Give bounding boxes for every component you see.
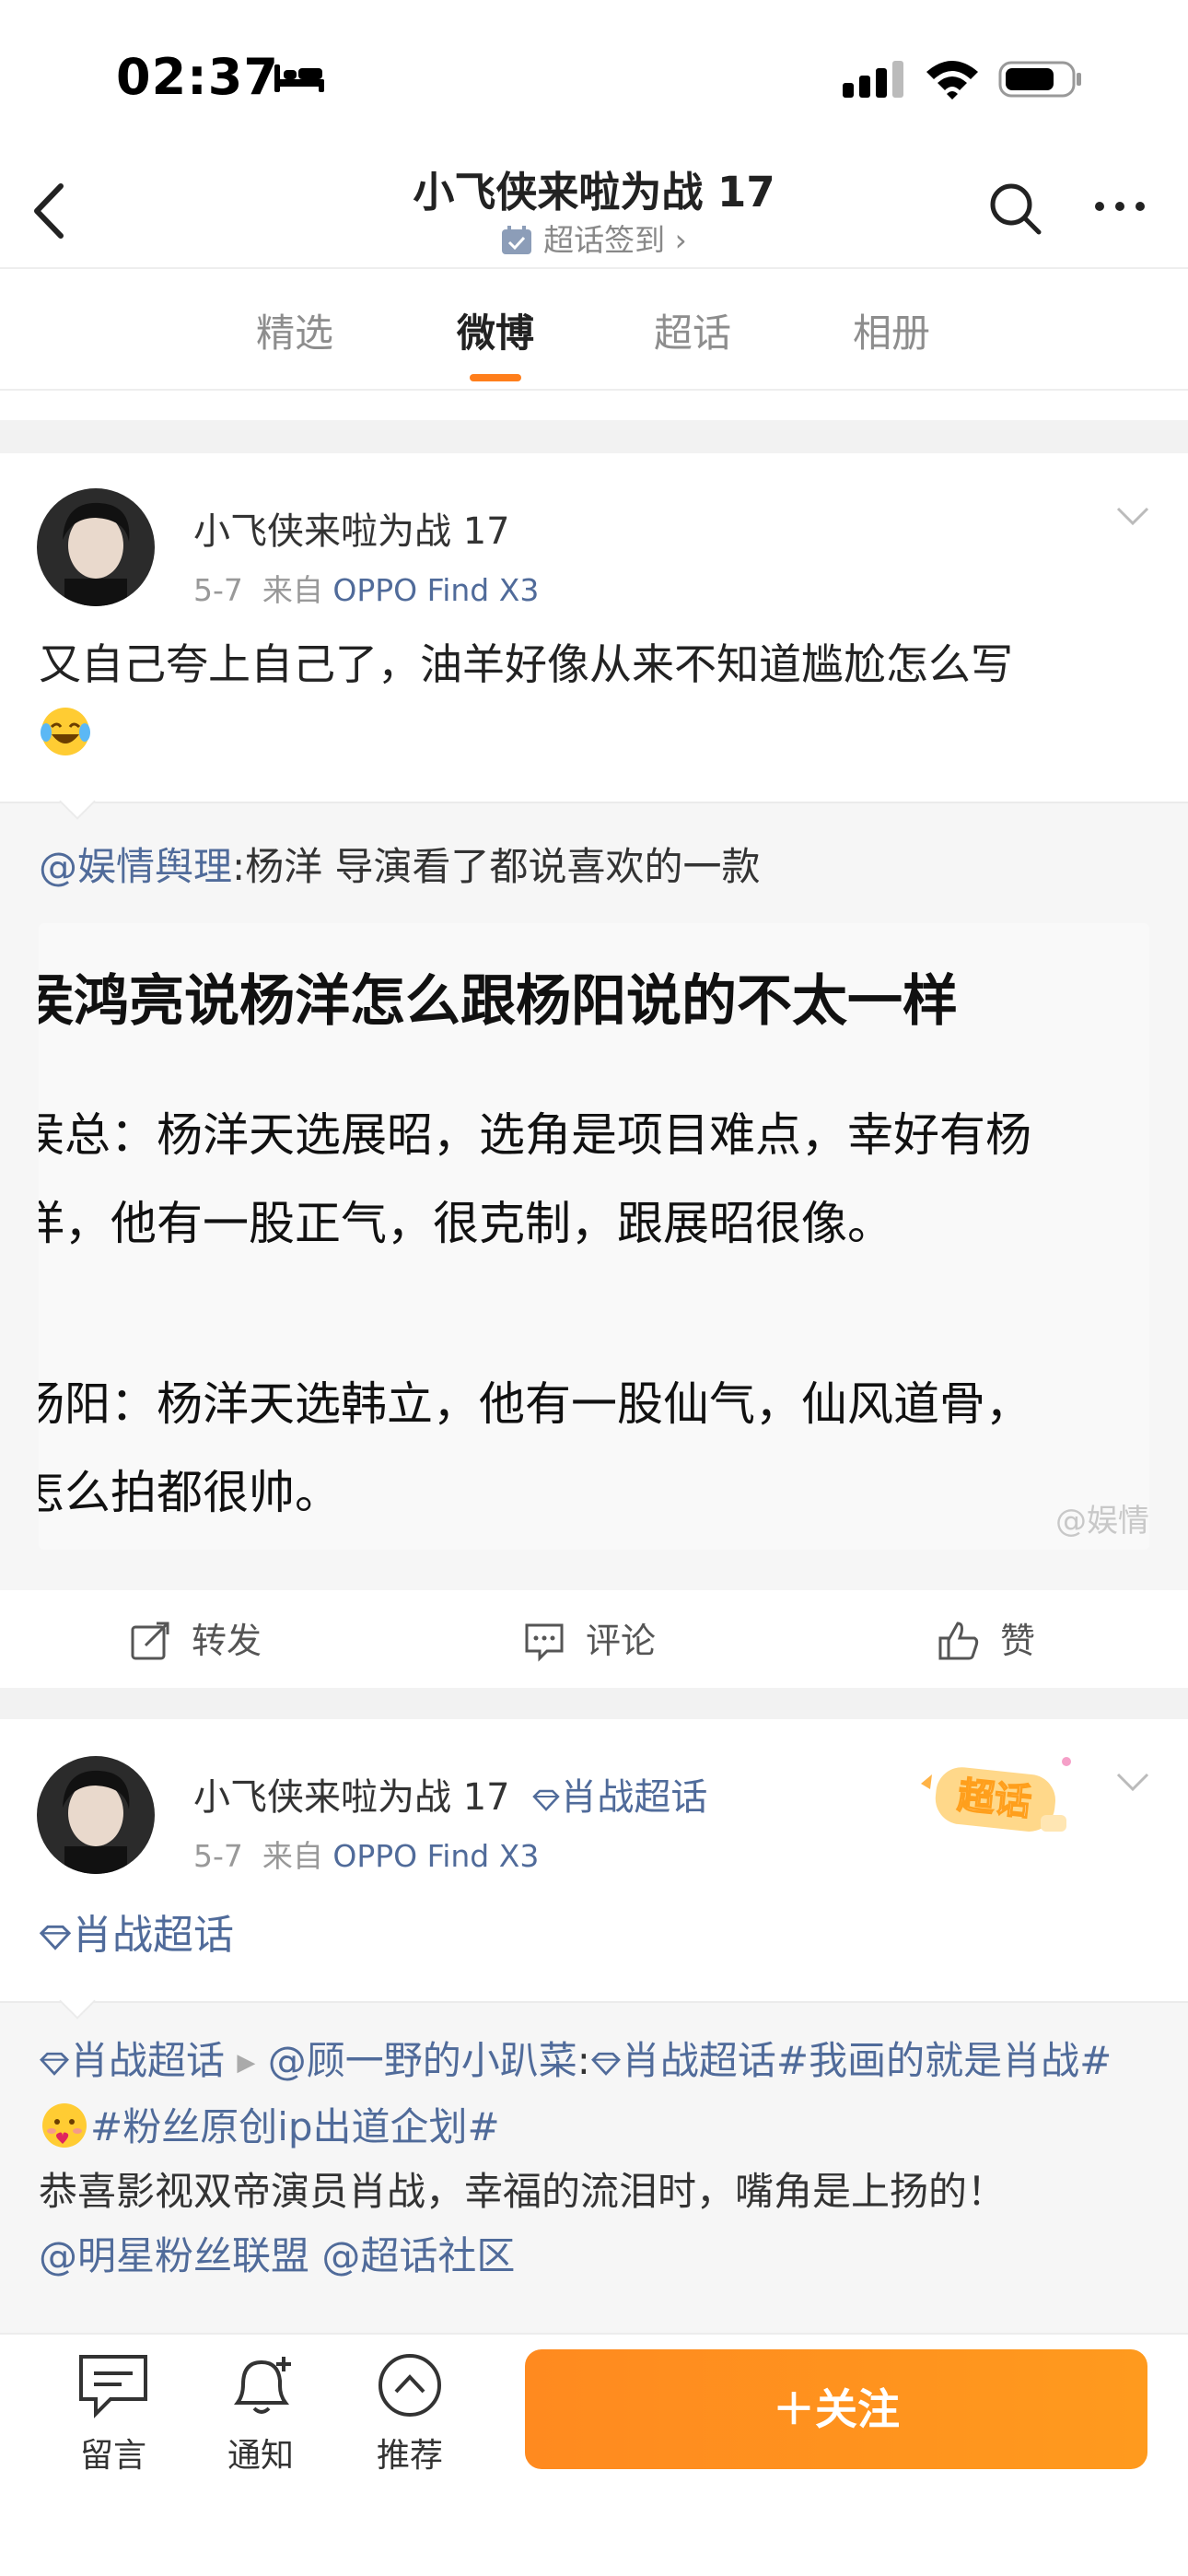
inline-topic-label: 肖战超话 — [621, 2038, 776, 2083]
retweet-block[interactable]: 肖战超话 ▶ @顾一野的小趴菜: 肖战超话#我画的就是肖战##粉丝原创ip出道企划… — [0, 1983, 1188, 2333]
post-author[interactable]: 小飞侠来啦为战 17 肖战超话 — [193, 1767, 707, 1821]
recommend-button[interactable]: 推荐 — [359, 2351, 460, 2476]
message-icon — [79, 2355, 147, 2418]
tab-featured[interactable]: 精选 — [221, 302, 368, 358]
repost-button[interactable]: 转发 — [129, 1612, 262, 1663]
post-card: 小飞侠来啦为战 17 5-7 来自 OPPO Find X3 又自己夸上自己了，… — [0, 453, 1188, 1688]
section-divider — [0, 1688, 1188, 1719]
retweet-text: 肖战超话 ▶ @顾一野的小趴菜: 肖战超话#我画的就是肖战##粉丝原创ip出道企划… — [39, 2038, 1112, 2278]
post-text: 又自己夸上自己了，油羊好像从来不知道尴尬怎么写 — [39, 630, 1151, 767]
hashtag-link[interactable]: #我画的就是肖战# — [776, 2038, 1112, 2083]
retweet-topic-link[interactable]: 肖战超话 — [39, 2038, 225, 2083]
super-topic-badge: 超话 — [921, 1757, 1071, 1832]
tab-album[interactable]: 相册 — [818, 302, 965, 358]
author-name[interactable]: 小飞侠来啦为战 17 — [193, 1776, 510, 1819]
diamond-icon — [590, 2052, 621, 2076]
image-text-line: 杨阳：杨洋天选韩立，他有一股仙气，仙风道骨， — [39, 1377, 1031, 1431]
battery-icon — [998, 61, 1081, 98]
search-icon[interactable] — [985, 179, 1044, 238]
checkin-label: 超话签到 › — [543, 222, 687, 258]
retweet-block[interactable]: @娱情舆理:杨洋 导演看了都说喜欢的一款 侯鸿亮说杨洋怎么跟杨阳说的不太一样 侯… — [0, 783, 1188, 1590]
post-date: 5-7 — [193, 1838, 243, 1874]
wifi-icon — [926, 61, 978, 100]
like-label: 赞 — [1000, 1621, 1036, 1661]
inline-topic-link[interactable]: 肖战超话 — [590, 2038, 776, 2083]
image-text-line: 侯总：杨洋天选展昭，选角是项目难点，幸好有杨 — [39, 1108, 1031, 1162]
tab-super-topic[interactable]: 超话 — [619, 302, 766, 358]
image-watermark: @娱情 — [1055, 1503, 1149, 1540]
play-triangle-icon: ▶ — [237, 2049, 256, 2077]
post-author[interactable]: 小飞侠来啦为战 17 — [193, 501, 510, 555]
retweet-topic-label: 肖战超话 — [70, 2038, 226, 2083]
message-label: 留言 — [79, 2437, 146, 2475]
repost-icon — [131, 1622, 169, 1660]
mention-link[interactable]: @明星粉丝联盟 — [39, 2233, 309, 2278]
topic-tag-label: 肖战超话 — [560, 1776, 708, 1819]
post-meta: 5-7 来自 OPPO Find X3 — [193, 566, 539, 610]
bell-plus-icon — [234, 2357, 291, 2414]
post-text-content: 肖战超话 — [72, 1912, 234, 1959]
author-topic-tag[interactable]: 肖战超话 — [521, 1776, 708, 1819]
from-label: 来自 — [262, 1838, 323, 1874]
from-label: 来自 — [262, 572, 323, 608]
chevron-down-icon[interactable] — [1114, 505, 1151, 527]
message-button[interactable]: 留言 — [63, 2351, 164, 2476]
comment-icon — [525, 1623, 564, 1662]
avatar[interactable] — [37, 1756, 155, 1874]
image-text-line: 洋，他有一股正气，很克制，跟展昭很像。 — [39, 1197, 893, 1250]
thumbs-up-icon — [938, 1622, 979, 1660]
post-actions: 转发 评论 赞 — [0, 1590, 1188, 1686]
diamond-icon — [39, 1925, 72, 1950]
hashtag-link[interactable]: #粉丝原创ip出道企划# — [90, 2104, 500, 2149]
retweet-user-link[interactable]: @顾一野的小趴菜 — [268, 2038, 577, 2083]
diamond-icon — [40, 2052, 69, 2076]
cellular-signal-icon — [843, 61, 903, 98]
image-text-line: 怎么拍都很帅。 — [39, 1466, 341, 1519]
calendar-check-icon — [502, 226, 532, 254]
sleep-mode-icon — [274, 64, 324, 92]
author-name[interactable]: 小飞侠来啦为战 17 — [193, 510, 510, 553]
status-time: 02:37 — [116, 48, 279, 106]
retweet-notch — [59, 1983, 96, 2020]
post-topic-link[interactable]: 肖战超话 — [39, 1902, 1151, 1970]
image-heading: 侯鸿亮说杨洋怎么跟杨阳说的不太一样 — [39, 969, 958, 1034]
repost-label: 转发 — [192, 1621, 262, 1661]
post-source: OPPO Find X3 — [332, 1838, 540, 1874]
section-divider — [0, 420, 1188, 453]
status-bar: 02:37 — [0, 0, 1188, 147]
post-text-content: 又自己夸上自己了，油羊好像从来不知道尴尬怎么写 — [39, 639, 1013, 689]
crying-laughing-emoji-icon — [41, 708, 90, 755]
more-icon[interactable] — [1092, 195, 1147, 217]
notify-button[interactable]: 通知 — [210, 2351, 311, 2476]
bottom-toolbar: 留言 通知 推荐 ＋关注 — [0, 2333, 1188, 2576]
retweet-text-content: :杨洋 导演看了都说喜欢的一款 — [232, 844, 761, 889]
post-date: 5-7 — [193, 572, 243, 608]
comment-button[interactable]: 评论 — [523, 1612, 656, 1663]
chevron-down-icon[interactable] — [1114, 1771, 1151, 1793]
tab-weibo[interactable]: 微博 — [422, 302, 569, 358]
tab-active-indicator — [470, 374, 521, 381]
post-source: OPPO Find X3 — [332, 572, 540, 608]
chevron-up-circle-icon — [379, 2354, 441, 2417]
comment-label: 评论 — [586, 1621, 657, 1661]
follow-button[interactable]: ＋关注 — [525, 2349, 1147, 2469]
diamond-icon — [532, 1789, 561, 1811]
heart-face-emoji-icon — [42, 2103, 87, 2148]
nav-bar: 小飞侠来啦为战 17 超话签到 › — [0, 147, 1188, 269]
super-topic-badge-label: 超话 — [956, 1774, 1033, 1824]
post-meta: 5-7 来自 OPPO Find X3 — [193, 1832, 539, 1876]
retweet-body: 恭喜影视双帝演员肖战，幸福的流泪时，嘴角是上扬的！ — [39, 2169, 1007, 2214]
profile-tabs: 精选 微博 超话 相册 — [0, 269, 1188, 391]
recommend-label: 推荐 — [376, 2437, 443, 2475]
notify-label: 通知 — [227, 2437, 294, 2475]
avatar[interactable] — [37, 488, 155, 606]
retweet-image[interactable]: 侯鸿亮说杨洋怎么跟杨阳说的不太一样 侯总：杨洋天选展昭，选角是项目难点，幸好有杨… — [39, 923, 1149, 1550]
retweet-user-link[interactable]: @娱情舆理 — [39, 844, 232, 889]
mention-link[interactable]: @超话社区 — [321, 2233, 515, 2278]
retweet-notch — [59, 783, 96, 820]
retweet-text: @娱情舆理:杨洋 导演看了都说喜欢的一款 — [39, 835, 1151, 899]
post-card: 小飞侠来啦为战 17 肖战超话 5-7 来自 OPPO Find X3 超话 肖… — [0, 1719, 1188, 2333]
like-button[interactable]: 赞 — [938, 1612, 1035, 1663]
